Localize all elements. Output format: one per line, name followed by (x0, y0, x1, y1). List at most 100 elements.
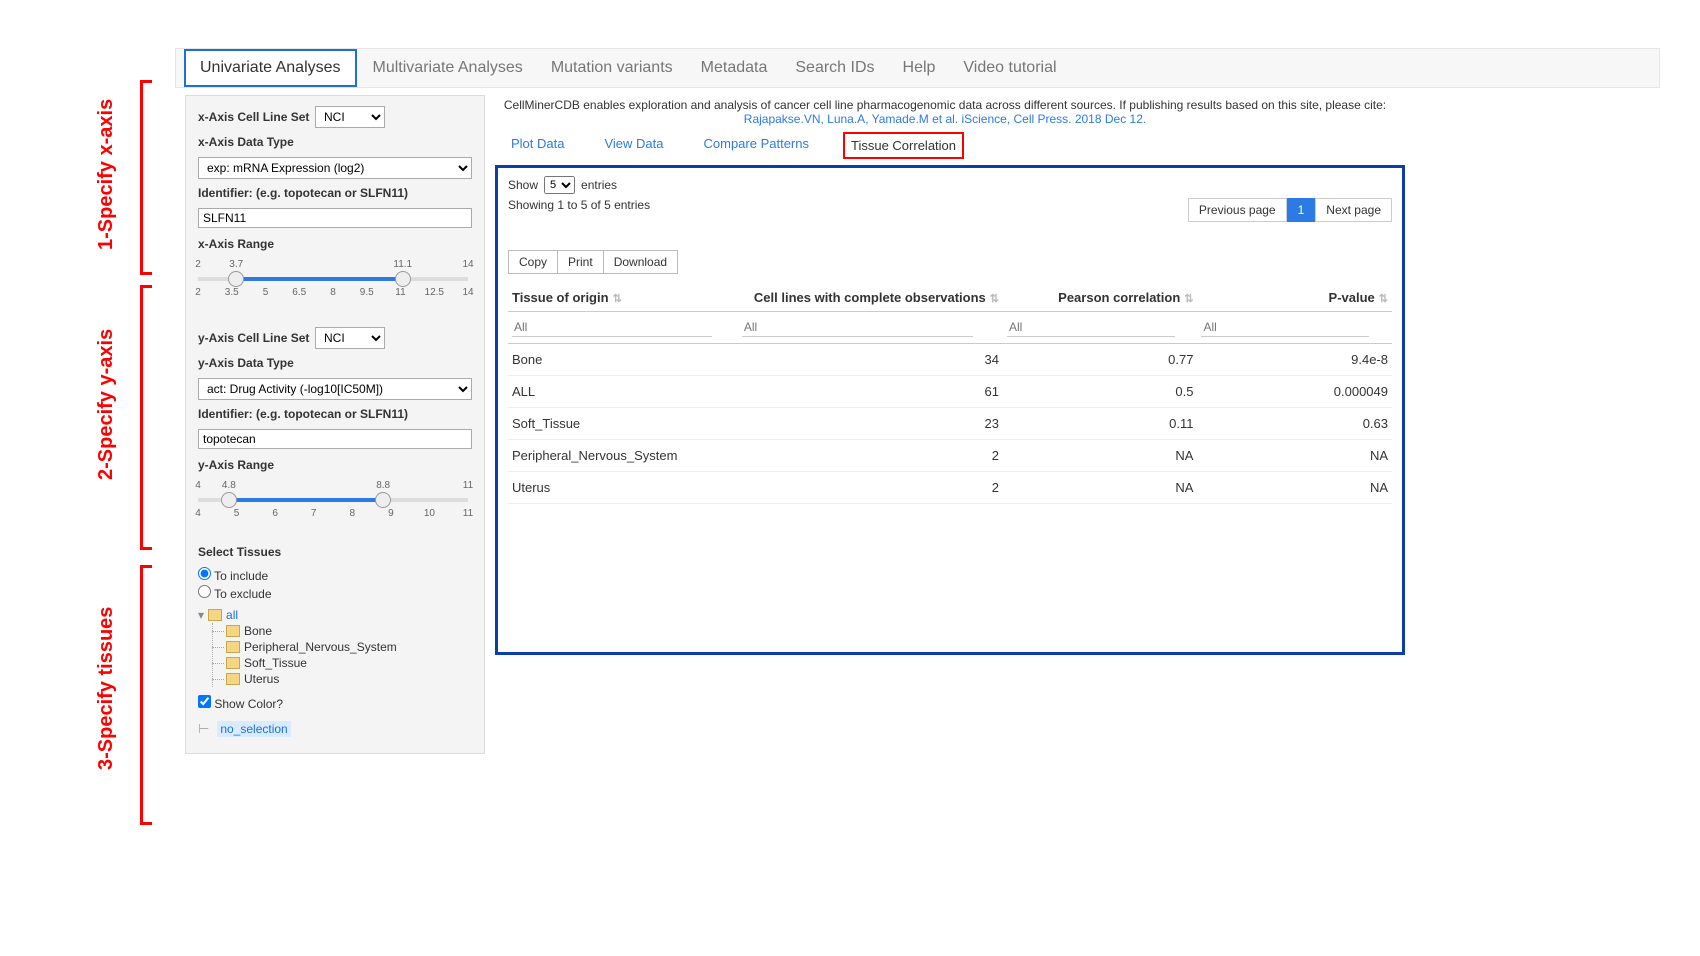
citation-link[interactable]: Rajapakse.VN, Luna.A, Yamade.M et al. iS… (495, 112, 1395, 126)
cell-r: 0.5 (1003, 376, 1197, 408)
slider-handle-hi[interactable] (395, 271, 411, 287)
cell-p: NA (1197, 440, 1392, 472)
col-pearson[interactable]: Pearson correlation⇅ (1003, 284, 1197, 312)
col-celllines[interactable]: Cell lines with complete observations⇅ (738, 284, 1003, 312)
sub-tabs: Plot Data View Data Compare Patterns Tis… (505, 132, 1395, 159)
x-celllineset-select[interactable]: NCI (315, 106, 385, 128)
cell-n: 23 (738, 408, 1003, 440)
tree-collapse-icon[interactable]: ▾ (198, 608, 204, 622)
slider-tick: 6.5 (292, 287, 306, 298)
tree-node[interactable]: Uterus (226, 671, 472, 687)
tree-node-label: Uterus (244, 672, 279, 686)
tree-node[interactable]: Bone (226, 623, 472, 639)
slider-tick: 5 (263, 287, 269, 298)
x-datatype-label: x-Axis Data Type (198, 135, 294, 149)
cell-p: NA (1197, 472, 1392, 504)
tree-node[interactable]: Peripheral_Nervous_System (226, 639, 472, 655)
y-range-label: y-Axis Range (198, 458, 274, 472)
subtab-plot-data[interactable]: Plot Data (505, 132, 570, 155)
col-tissue[interactable]: Tissue of origin⇅ (508, 284, 738, 312)
show-color-checkbox[interactable] (198, 695, 211, 708)
results-panel: Show 5 entries Showing 1 to 5 of 5 entri… (495, 165, 1405, 655)
main-content: CellMinerCDB enables exploration and ana… (495, 98, 1395, 655)
slider-tick: 5 (234, 508, 240, 519)
annotation-y-axis: 2-Specify y-axis (95, 329, 118, 480)
show-label-post: entries (581, 178, 617, 192)
copy-button[interactable]: Copy (508, 250, 558, 274)
tab-help[interactable]: Help (889, 51, 950, 85)
cell-n: 2 (738, 472, 1003, 504)
subtab-view-data[interactable]: View Data (598, 132, 669, 155)
y-datatype-select[interactable]: act: Drug Activity (-log10[IC50M]) (198, 378, 472, 400)
cell-p: 0.63 (1197, 408, 1392, 440)
filter-pvalue[interactable] (1201, 318, 1369, 337)
subtab-compare-patterns[interactable]: Compare Patterns (698, 132, 816, 155)
tab-metadata[interactable]: Metadata (687, 51, 782, 85)
sidebar: x-Axis Cell Line Set NCI x-Axis Data Typ… (185, 95, 485, 754)
col-pvalue[interactable]: P-value⇅ (1197, 284, 1392, 312)
show-color-label: Show Color? (214, 697, 283, 711)
x-range-slider[interactable]: 23.711.11423.556.589.51112.514 (198, 259, 472, 299)
entries-select[interactable]: 5 (544, 176, 575, 194)
slider-tick: 10 (424, 508, 435, 519)
cell-p: 9.4e-8 (1197, 344, 1392, 376)
cell-p: 0.000049 (1197, 376, 1392, 408)
y-celllineset-label: y-Axis Cell Line Set (198, 331, 309, 345)
cell-r: NA (1003, 472, 1197, 504)
cell-tissue: ALL (508, 376, 738, 408)
sort-icon: ⇅ (1184, 293, 1193, 305)
print-button[interactable]: Print (558, 250, 604, 274)
tree-node-label: Peripheral_Nervous_System (244, 640, 397, 654)
cell-n: 2 (738, 440, 1003, 472)
main-nav: Univariate Analyses Multivariate Analyse… (175, 48, 1660, 88)
filter-celllines[interactable] (742, 318, 973, 337)
table-row: ALL610.50.000049 (508, 376, 1392, 408)
slider-tick: 4.8 (222, 480, 236, 491)
x-range-label: x-Axis Range (198, 237, 274, 251)
slider-tick: 9 (388, 508, 394, 519)
table-row: Bone340.779.4e-8 (508, 344, 1392, 376)
tab-video-tutorial[interactable]: Video tutorial (949, 51, 1070, 85)
no-selection-node[interactable]: no_selection (217, 721, 290, 737)
tab-multivariate[interactable]: Multivariate Analyses (359, 51, 537, 85)
page-1-button[interactable]: 1 (1287, 198, 1316, 222)
tissue-include-radio[interactable] (198, 567, 211, 580)
x-datatype-select[interactable]: exp: mRNA Expression (log2) (198, 157, 472, 179)
table-row: Soft_Tissue230.110.63 (508, 408, 1392, 440)
tab-mutation-variants[interactable]: Mutation variants (537, 51, 687, 85)
sort-icon: ⇅ (613, 293, 622, 305)
cell-r: 0.77 (1003, 344, 1197, 376)
tissue-exclude-radio[interactable] (198, 585, 211, 598)
y-range-slider[interactable]: 44.88.8114567891011 (198, 480, 472, 520)
slider-tick: 14 (462, 259, 473, 270)
slider-handle-lo[interactable] (221, 492, 237, 508)
tab-search-ids[interactable]: Search IDs (781, 51, 888, 85)
y-celllineset-select[interactable]: NCI (315, 327, 385, 349)
x-identifier-label: Identifier: (e.g. topotecan or SLFN11) (198, 186, 408, 200)
table-row: Uterus2NANA (508, 472, 1392, 504)
download-button[interactable]: Download (604, 250, 678, 274)
slider-tick: 11 (463, 480, 473, 491)
slider-tick: 6 (272, 508, 278, 519)
tree-root[interactable]: ▾all (198, 607, 472, 623)
prev-page-button[interactable]: Previous page (1188, 198, 1287, 222)
folder-icon (226, 657, 240, 669)
x-identifier-input[interactable] (198, 208, 472, 228)
slider-tick: 11.1 (393, 259, 412, 270)
tab-univariate[interactable]: Univariate Analyses (184, 49, 357, 87)
bracket-y (140, 285, 152, 550)
slider-tick: 9.5 (360, 287, 374, 298)
subtab-tissue-correlation[interactable]: Tissue Correlation (843, 132, 964, 159)
slider-handle-lo[interactable] (228, 271, 244, 287)
slider-handle-hi[interactable] (375, 492, 391, 508)
tree-node[interactable]: Soft_Tissue (226, 655, 472, 671)
select-tissues-label: Select Tissues (198, 545, 281, 559)
y-identifier-label: Identifier: (e.g. topotecan or SLFN11) (198, 407, 408, 421)
filter-tissue[interactable] (512, 318, 712, 337)
folder-icon (226, 673, 240, 685)
next-page-button[interactable]: Next page (1315, 198, 1392, 222)
tissue-exclude-label: To exclude (214, 587, 271, 601)
filter-pearson[interactable] (1007, 318, 1175, 337)
export-buttons: Copy Print Download (508, 250, 1392, 274)
y-identifier-input[interactable] (198, 429, 472, 449)
